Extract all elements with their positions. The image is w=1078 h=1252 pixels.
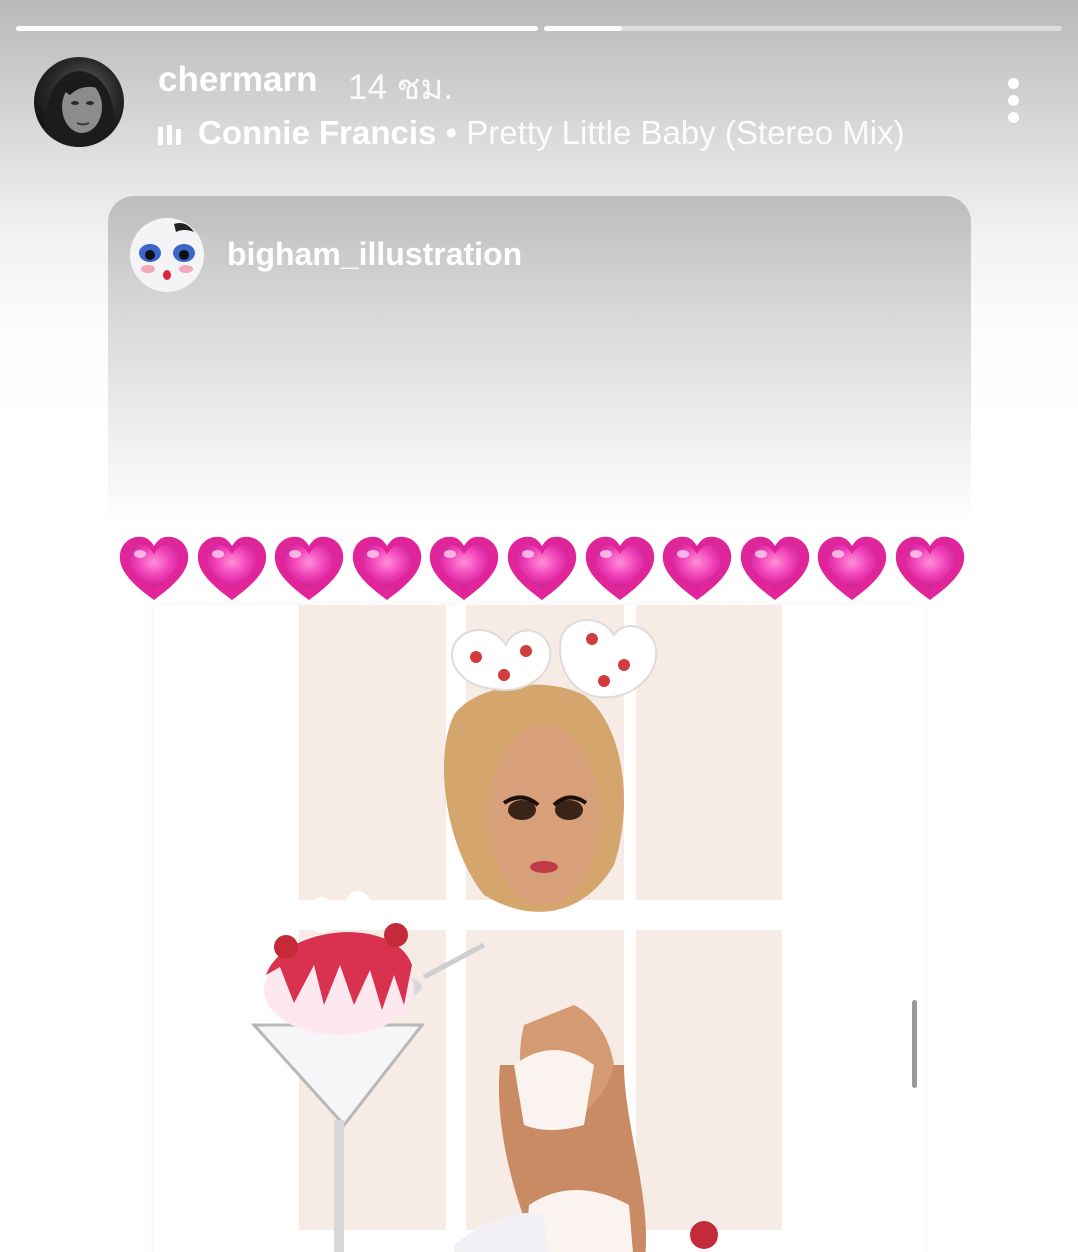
caption-hearts <box>116 530 976 610</box>
music-bars-icon <box>158 125 184 145</box>
heart-emoji <box>818 536 887 600</box>
author-username[interactable]: chermarn <box>158 60 318 100</box>
heart-emoji <box>507 536 577 600</box>
heart-emoji <box>197 536 266 600</box>
heart-emoji <box>430 536 499 600</box>
heart-emoji <box>119 536 189 600</box>
heart-emoji <box>895 536 965 600</box>
music-artist: Connie Francis <box>198 114 437 151</box>
scroll-indicator[interactable] <box>912 1000 917 1088</box>
heart-emoji <box>585 536 654 600</box>
progress-fill-2 <box>544 26 622 31</box>
music-separator: • <box>445 114 458 151</box>
story-progress <box>16 26 1062 31</box>
heart-emoji <box>274 536 344 600</box>
shared-post-avatar[interactable] <box>130 218 204 292</box>
heart-emoji <box>352 536 421 600</box>
progress-segment-2 <box>544 26 1062 31</box>
three-dots-vertical-icon[interactable] <box>998 74 1028 126</box>
music-song: Pretty Little Baby (Stereo Mix) <box>466 114 905 151</box>
heart-emoji <box>740 536 809 600</box>
post-time: 14 ชม. <box>348 68 454 107</box>
story-viewer[interactable]: chermarn 14 ชม. Connie Francis • Pretty … <box>0 0 1078 1252</box>
heart-emoji <box>662 536 732 600</box>
progress-segment-1 <box>16 26 538 31</box>
author-avatar[interactable] <box>34 57 124 147</box>
shared-post-image[interactable] <box>154 605 924 1252</box>
shared-post-username[interactable]: bigham_illustration <box>227 236 522 273</box>
music-sticker[interactable]: Connie Francis • Pretty Little Baby (Ste… <box>158 114 905 152</box>
progress-fill-1 <box>16 26 538 31</box>
